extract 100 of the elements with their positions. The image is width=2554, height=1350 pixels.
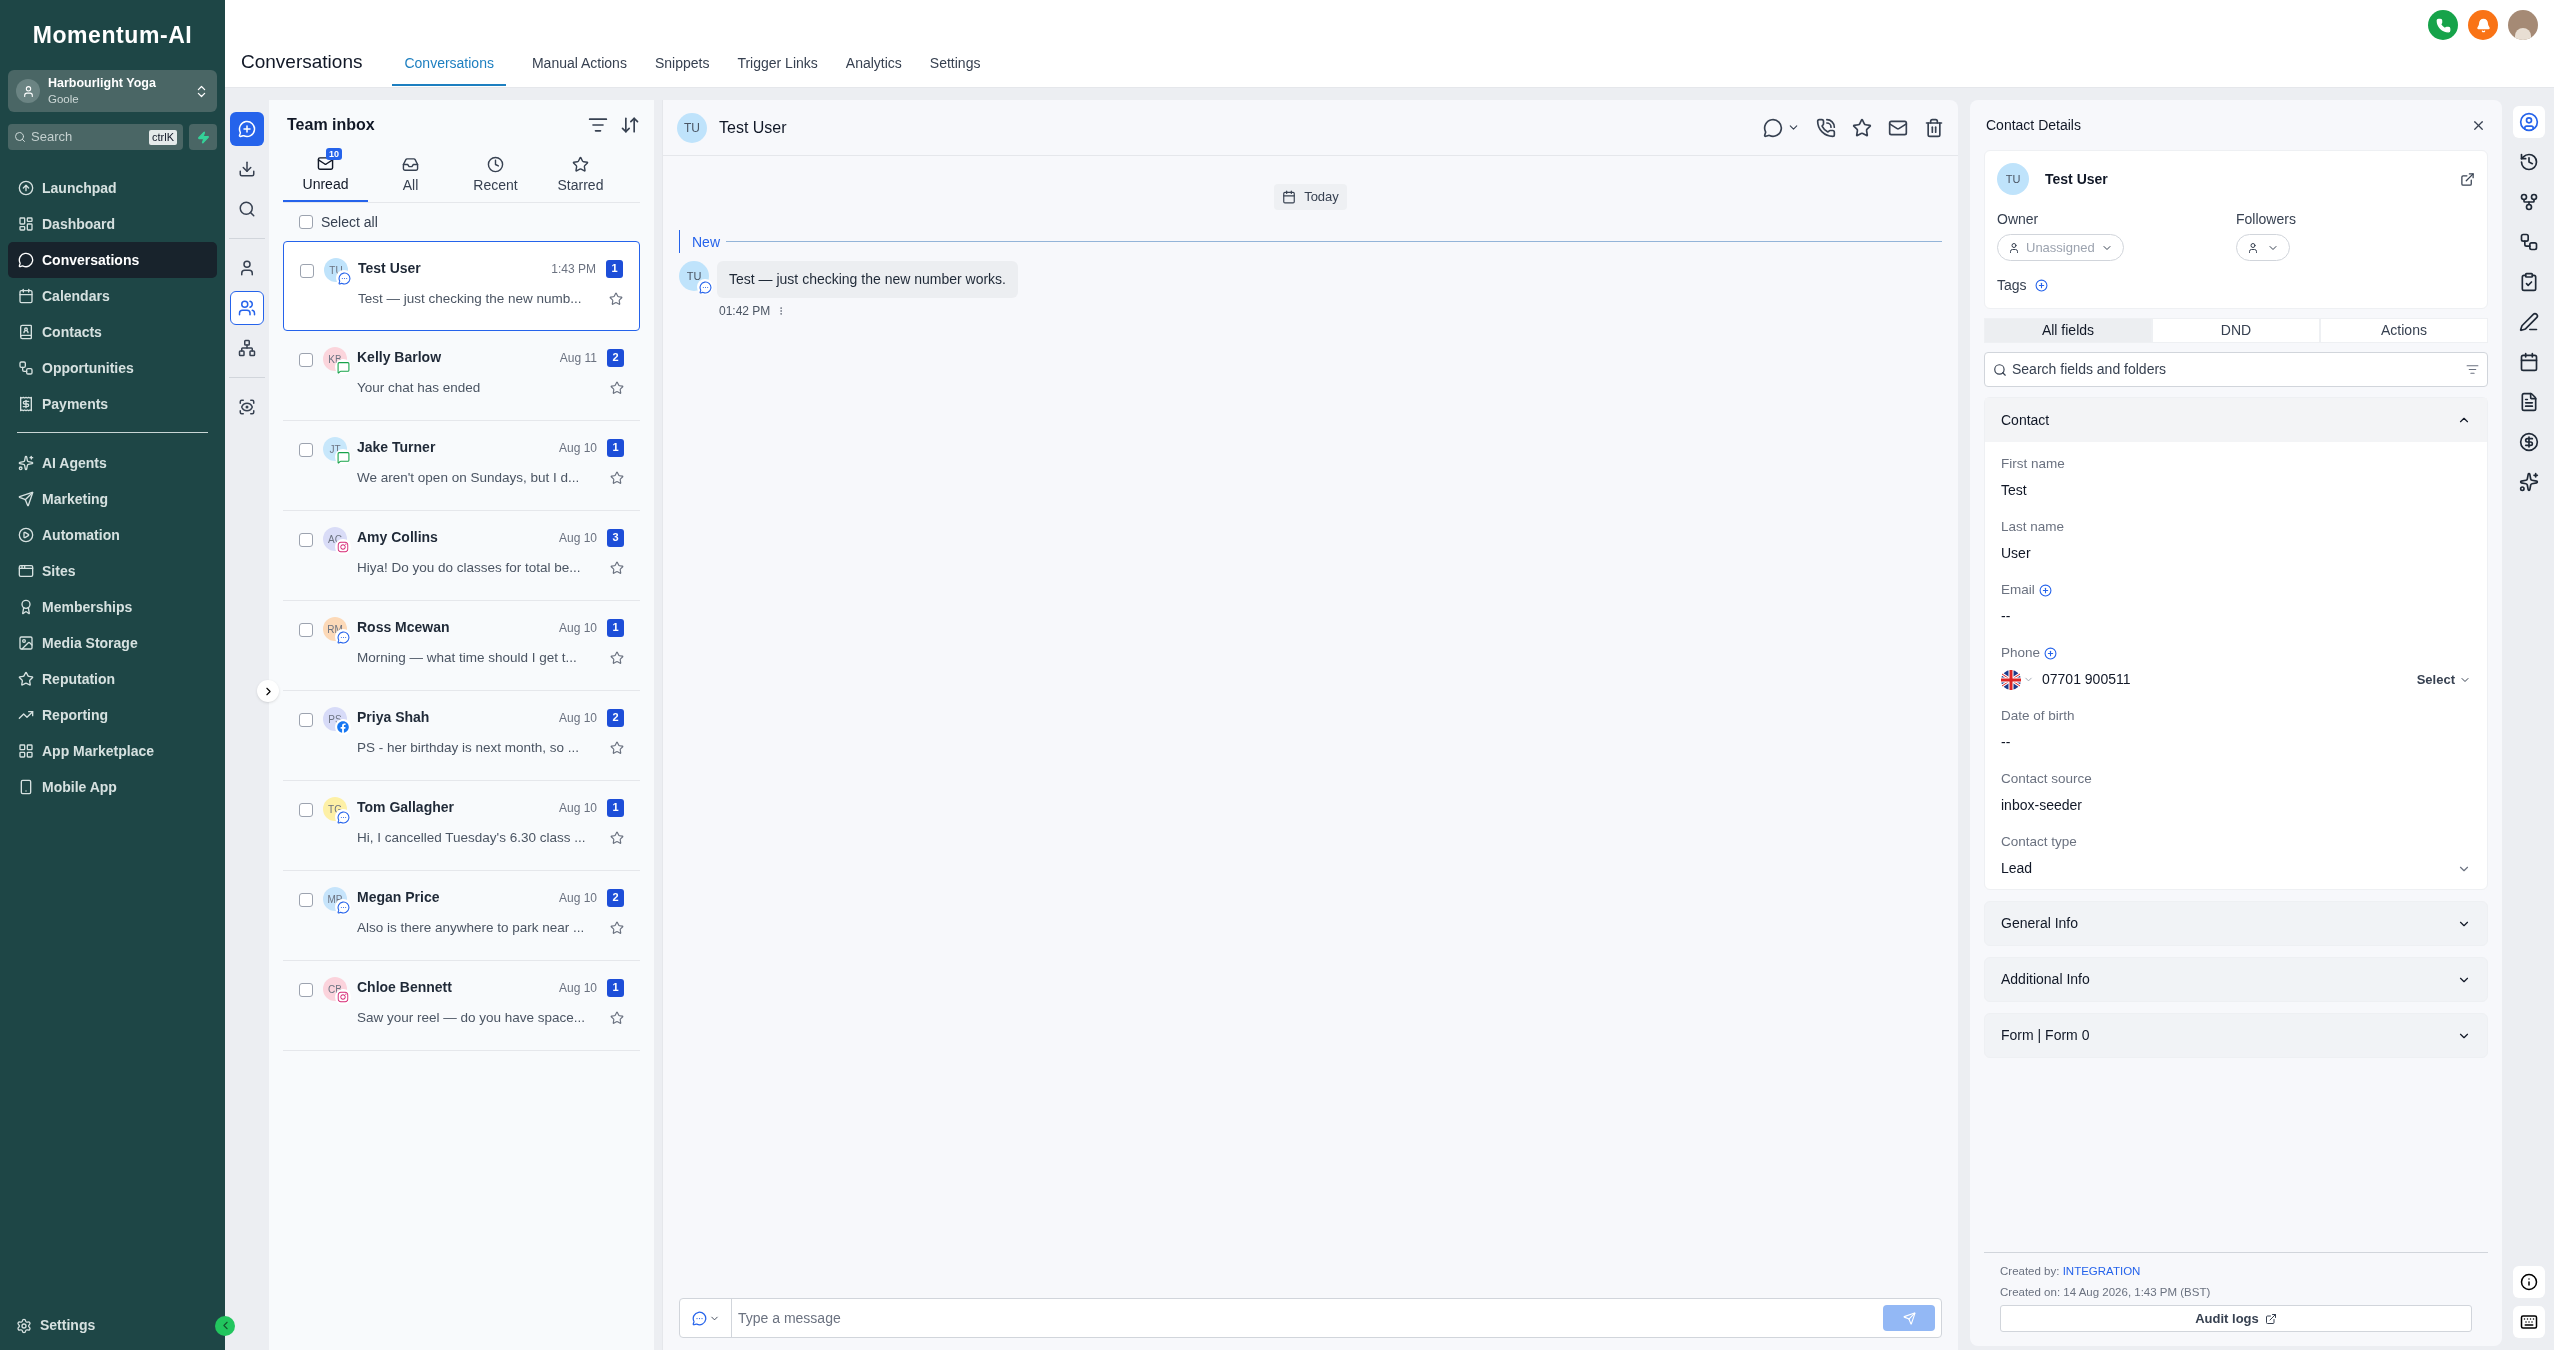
conversation-item[interactable]: JT Jake Turner Aug 10 1 We aren't open on Sundays, but I d...	[283, 421, 640, 511]
delete-icon[interactable]	[1924, 117, 1944, 138]
field-search-input[interactable]: Search fields and folders	[2012, 359, 2461, 380]
message-preview: Also is there anywhere to park near ...	[357, 919, 586, 937]
fork-icon	[2519, 192, 2539, 212]
field-search[interactable]: Search fields and folders	[1984, 352, 2488, 387]
chat-icon	[697, 279, 713, 295]
nav-item[interactable]: Dashboard	[8, 206, 217, 242]
add-icon[interactable]	[2044, 646, 2058, 660]
star-icon[interactable]	[610, 471, 624, 486]
field-label: Date of birth	[2001, 707, 2075, 725]
star-icon[interactable]	[610, 561, 624, 576]
star-icon[interactable]	[1852, 117, 1872, 138]
nav-item[interactable]: App Marketplace	[8, 733, 217, 769]
nav-item[interactable]: Contacts	[8, 314, 217, 350]
user-avatar[interactable]	[2508, 10, 2538, 40]
search-field[interactable]: Search ctrlK	[8, 124, 183, 150]
add-icon[interactable]	[2034, 279, 2048, 292]
row-checkbox[interactable]	[299, 533, 313, 547]
nav-item[interactable]: Memberships	[8, 589, 217, 625]
nav-item[interactable]: Launchpad	[8, 170, 217, 206]
keyboard-button[interactable]	[2513, 1306, 2545, 1338]
field-tab[interactable]: DND	[2152, 318, 2320, 343]
row-checkbox[interactable]	[299, 443, 313, 457]
expand-button[interactable]	[257, 680, 279, 702]
contact-name: Amy Collins	[357, 528, 439, 547]
nav-tab[interactable]: Trigger Links	[735, 53, 820, 86]
row-checkbox[interactable]	[299, 353, 313, 367]
quick-action-button[interactable]	[189, 124, 217, 150]
settings-link[interactable]: Settings	[8, 1315, 104, 1336]
inbox-tab[interactable]: 10 Unread	[283, 150, 368, 202]
select-all-checkbox[interactable]	[299, 215, 313, 229]
nav-tab[interactable]: Conversations	[392, 53, 506, 86]
creator-link[interactable]: INTEGRATION	[2062, 1264, 2141, 1277]
nav-item[interactable]: Reputation	[8, 661, 217, 697]
shortcut-key: ctrlK	[149, 129, 177, 145]
section-header[interactable]: Additional Info	[1984, 957, 2488, 1002]
contact-avatar: TU	[677, 112, 707, 143]
phone-button[interactable]	[2428, 10, 2458, 40]
nav-item[interactable]: Mobile App	[8, 769, 217, 805]
row-checkbox[interactable]	[299, 713, 313, 727]
notification-button[interactable]	[2468, 10, 2498, 40]
phone-type-dropdown[interactable]: Select	[2416, 670, 2471, 690]
star-icon[interactable]	[609, 292, 623, 307]
row-checkbox[interactable]	[299, 893, 313, 907]
new-divider-label: New	[679, 230, 720, 253]
inbox-tab[interactable]: Recent	[453, 150, 538, 202]
section-header[interactable]: General Info	[1984, 901, 2488, 946]
star-icon[interactable]	[610, 651, 624, 666]
keyboard-icon	[2520, 1313, 2538, 1331]
nav-tab[interactable]: Manual Actions	[529, 53, 629, 86]
search-icon	[14, 131, 26, 143]
star-icon[interactable]	[610, 1011, 624, 1026]
call-icon[interactable]	[1816, 117, 1836, 138]
country-selector[interactable]	[2001, 669, 2034, 690]
panel-title: Contact Details	[1986, 115, 2081, 135]
account-switcher[interactable]: Harbourlight Yoga Goole	[8, 70, 217, 112]
search-input[interactable]: Search	[31, 127, 144, 147]
inbox-tab[interactable]: Starred	[538, 150, 623, 202]
nav-item[interactable]: Automation	[8, 517, 217, 553]
channel-dropdown[interactable]	[1763, 117, 1800, 138]
nav-item[interactable]: Sites	[8, 553, 217, 589]
nav-item[interactable]: AI Agents	[8, 445, 217, 481]
nav-tab[interactable]: Snippets	[652, 53, 712, 86]
nav-item[interactable]: Opportunities	[8, 350, 217, 386]
row-checkbox[interactable]	[299, 983, 313, 997]
field-label: Contact source	[2001, 770, 2092, 788]
nav-item[interactable]: Calendars	[8, 278, 217, 314]
audit-logs-button[interactable]: Audit logs	[2000, 1305, 2472, 1332]
field-tab[interactable]: All fields	[1984, 318, 2152, 343]
info-button[interactable]	[2513, 1266, 2545, 1298]
nav-tab[interactable]: Analytics	[843, 53, 904, 86]
field-tab[interactable]: Actions	[2320, 318, 2488, 343]
nav-item[interactable]: Media Storage	[8, 625, 217, 661]
field-dropdown[interactable]: Lead	[2001, 858, 2471, 880]
field-value: --	[2001, 733, 2012, 753]
row-checkbox[interactable]	[299, 803, 313, 817]
nav-item[interactable]: Payments	[8, 386, 217, 422]
filter-icon[interactable]	[2466, 363, 2479, 376]
chat-icon	[691, 1310, 707, 1326]
conversation-item[interactable]: MP Megan Price Aug 10 2 Also is there anywhere to park near ...	[283, 871, 640, 961]
nav-item[interactable]: Reporting	[8, 697, 217, 733]
star-icon[interactable]	[610, 831, 624, 846]
inbox-tab[interactable]: All	[368, 150, 453, 202]
nav-tab[interactable]: Settings	[927, 53, 983, 86]
sort-icon[interactable]	[620, 115, 640, 135]
open-external-icon[interactable]	[2460, 171, 2475, 187]
star-icon[interactable]	[610, 381, 624, 396]
star-icon[interactable]	[610, 741, 624, 756]
row-checkbox[interactable]	[300, 264, 314, 278]
row-checkbox[interactable]	[299, 623, 313, 637]
nav-item[interactable]: Conversations	[8, 242, 217, 278]
collapse-button[interactable]	[215, 1315, 235, 1336]
star-icon[interactable]	[610, 921, 624, 936]
nav-item[interactable]: Marketing	[8, 481, 217, 517]
section-header[interactable]: Contact	[1985, 398, 2487, 442]
section-header[interactable]: Form | Form 0	[1984, 1013, 2488, 1058]
document-icon	[2519, 392, 2539, 412]
filter-icon[interactable]	[588, 115, 608, 135]
add-icon[interactable]	[2038, 583, 2052, 597]
